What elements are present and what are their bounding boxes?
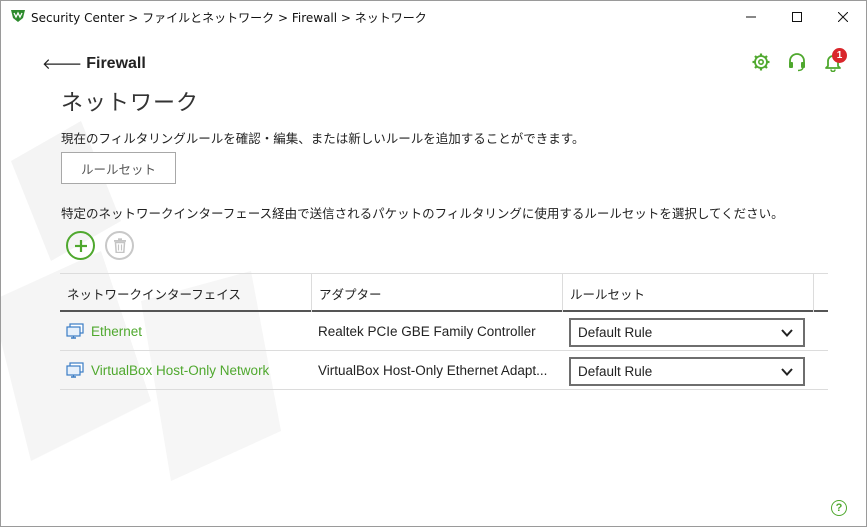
back-label: Firewall [86,54,146,72]
ruleset-dropdown[interactable]: Default Rule [569,318,805,347]
gear-icon[interactable] [751,52,771,72]
description-text: 現在のフィルタリングルールを確認・編集、または新しいルールを追加することができま… [61,131,585,146]
column-header-ruleset[interactable]: ルールセット [562,274,813,312]
adapter-cell: Realtek PCIe GBE Family Controller [318,312,558,350]
delete-button[interactable] [105,231,134,260]
ruleset-dropdown[interactable]: Default Rule [569,357,805,386]
table-row: VirtualBox Host-Only Network VirtualBox … [60,351,828,390]
page-title: ネットワーク [61,91,200,116]
ruleset-button[interactable]: ルールセット [61,152,176,184]
notification-badge: 1 [832,48,847,63]
instruction-text: 特定のネットワークインターフェース経由で送信されるパケットのフィルタリングに使用… [61,206,784,221]
column-header-spacer [813,274,828,312]
network-monitor-icon [66,323,84,339]
adapter-cell: VirtualBox Host-Only Ethernet Adapt... [318,351,558,389]
interface-cell: VirtualBox Host-Only Network [66,351,311,389]
network-monitor-icon [66,362,84,378]
minimize-icon [746,16,756,17]
column-header-interface[interactable]: ネットワークインターフェイス [60,274,311,312]
column-header-adapter[interactable]: アダプター [311,274,562,312]
interface-cell: Ethernet [66,312,311,350]
back-button[interactable]: 🡐 Firewall [42,54,146,74]
title-bar: Security Center > ファイルとネットワーク > Firewall… [1,1,866,32]
help-button[interactable]: ? [831,500,847,516]
app-window: Security Center > ファイルとネットワーク > Firewall… [0,0,867,527]
minimize-button[interactable] [728,1,774,32]
chevron-down-icon [781,329,793,337]
chevron-down-icon [781,368,793,376]
close-icon [838,11,848,22]
ruleset-dropdown-value: Default Rule [578,325,653,340]
back-arrow-icon: 🡐 [42,55,83,73]
adapter-name: Realtek PCIe GBE Family Controller [318,323,536,339]
interface-link[interactable]: VirtualBox Host-Only Network [91,363,269,378]
plus-icon [74,239,87,252]
breadcrumb: Security Center > ファイルとネットワーク > Firewall… [31,11,427,25]
adapter-name: VirtualBox Host-Only Ethernet Adapt... [318,362,548,378]
app-logo-icon [11,10,25,22]
table-row: Ethernet Realtek PCIe GBE Family Control… [60,312,828,351]
add-button[interactable] [66,231,95,260]
trash-icon [113,238,126,253]
network-table: ネットワークインターフェイス アダプター ルールセット Ethernet Rea… [60,273,828,390]
maximize-icon [792,11,802,22]
maximize-button[interactable] [774,1,820,32]
close-button[interactable] [820,1,866,32]
ruleset-dropdown-value: Default Rule [578,364,653,379]
headset-support-icon[interactable] [787,52,807,72]
interface-link[interactable]: Ethernet [91,324,142,339]
table-header: ネットワークインターフェイス アダプター ルールセット [60,273,828,312]
